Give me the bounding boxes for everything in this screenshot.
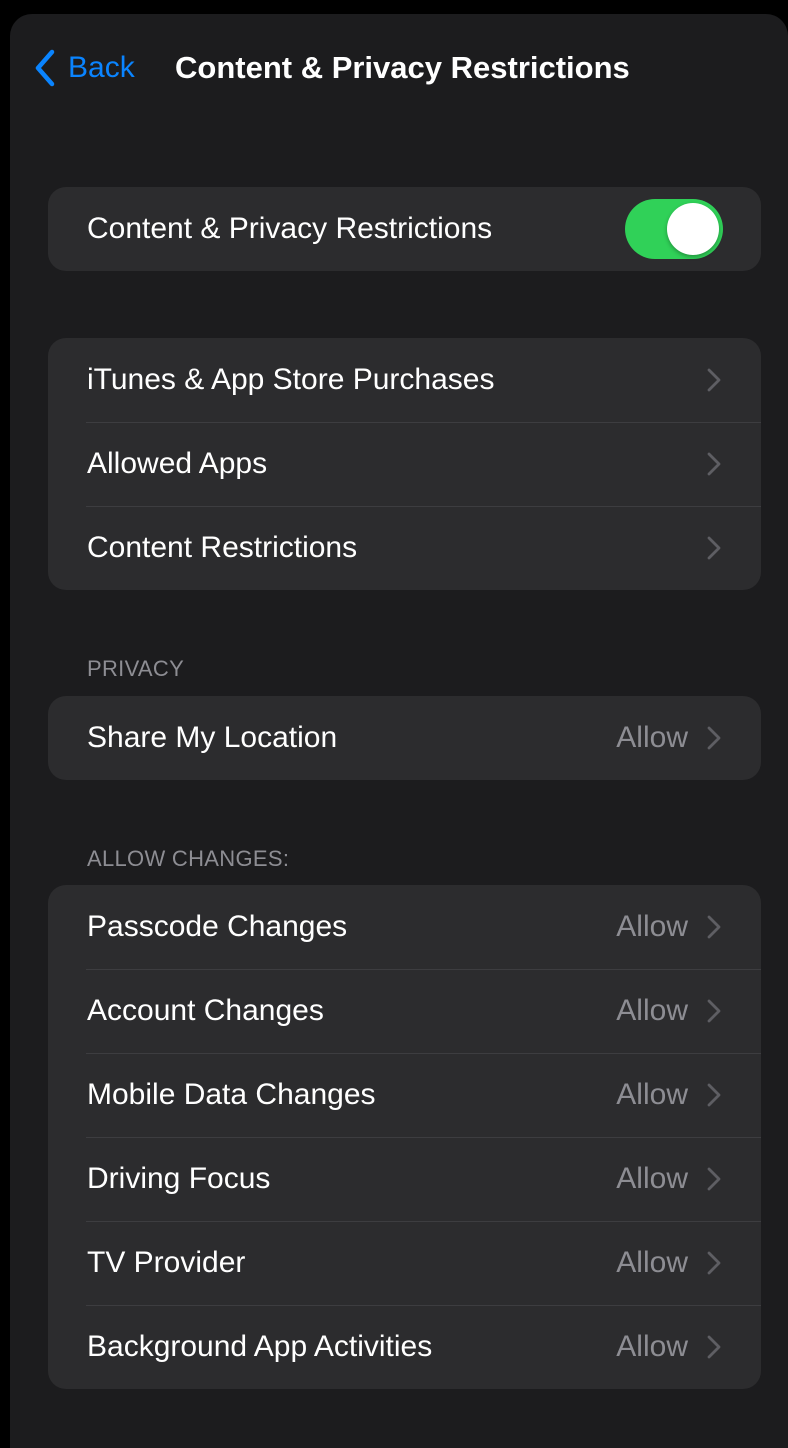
chevron-right-icon	[707, 726, 721, 750]
row-label: Allowed Apps	[87, 447, 268, 480]
content-privacy-restrictions-row: Content & Privacy Restrictions	[48, 187, 761, 271]
chevron-right-icon	[707, 1335, 721, 1359]
page-title: Content & Privacy Restrictions	[175, 50, 630, 85]
background-app-activities-row[interactable]: Background App Activities Allow	[48, 1305, 761, 1389]
passcode-changes-row[interactable]: Passcode Changes Allow	[48, 885, 761, 969]
row-label: Share My Location	[87, 721, 338, 754]
chevron-right-icon	[707, 368, 721, 392]
row-label: Content & Privacy Restrictions	[87, 212, 493, 245]
chevron-right-icon	[707, 1083, 721, 1107]
store-settings-group: iTunes & App Store Purchases Allowed App…	[48, 338, 761, 590]
chevron-right-icon	[707, 536, 721, 560]
privacy-section-header: PRIVACY	[87, 656, 185, 681]
row-label: Mobile Data Changes	[87, 1078, 376, 1111]
row-value: Allow	[616, 1162, 688, 1195]
row-label: Account Changes	[87, 994, 324, 1027]
allow-changes-section-header: ALLOW CHANGES:	[87, 846, 290, 871]
chevron-left-icon	[35, 49, 55, 87]
row-label: Passcode Changes	[87, 910, 348, 943]
driving-focus-row[interactable]: Driving Focus Allow	[48, 1137, 761, 1221]
chevron-right-icon	[707, 1167, 721, 1191]
toggle-knob	[667, 203, 719, 255]
row-value: Allow	[616, 1246, 688, 1279]
content-restrictions-row[interactable]: Content Restrictions	[48, 506, 761, 590]
chevron-right-icon	[707, 452, 721, 476]
back-label: Back	[68, 51, 135, 84]
row-value: Allow	[616, 1330, 688, 1363]
back-button[interactable]: Back	[32, 42, 135, 94]
chevron-right-icon	[707, 999, 721, 1023]
share-my-location-row[interactable]: Share My Location Allow	[48, 696, 761, 780]
master-toggle-group: Content & Privacy Restrictions	[48, 187, 761, 271]
row-label: Background App Activities	[87, 1330, 433, 1363]
row-label: Driving Focus	[87, 1162, 271, 1195]
privacy-group: Share My Location Allow	[48, 696, 761, 780]
row-label: TV Provider	[87, 1246, 246, 1279]
mobile-data-changes-row[interactable]: Mobile Data Changes Allow	[48, 1053, 761, 1137]
navigation-bar: Back Content & Privacy Restrictions	[10, 42, 788, 94]
chevron-right-icon	[707, 1251, 721, 1275]
allow-changes-group: Passcode Changes Allow Account Changes A…	[48, 885, 761, 1389]
row-value: Allow	[616, 994, 688, 1027]
row-value: Allow	[616, 1078, 688, 1111]
tv-provider-row[interactable]: TV Provider Allow	[48, 1221, 761, 1305]
row-value: Allow	[616, 910, 688, 943]
settings-screen: Back Content & Privacy Restrictions Cont…	[10, 14, 788, 1448]
row-value: Allow	[616, 721, 688, 754]
allowed-apps-row[interactable]: Allowed Apps	[48, 422, 761, 506]
content-privacy-restrictions-toggle[interactable]	[625, 199, 723, 259]
row-label: Content Restrictions	[87, 531, 358, 564]
account-changes-row[interactable]: Account Changes Allow	[48, 969, 761, 1053]
row-label: iTunes & App Store Purchases	[87, 363, 495, 396]
chevron-right-icon	[707, 915, 721, 939]
itunes-app-store-purchases-row[interactable]: iTunes & App Store Purchases	[48, 338, 761, 422]
